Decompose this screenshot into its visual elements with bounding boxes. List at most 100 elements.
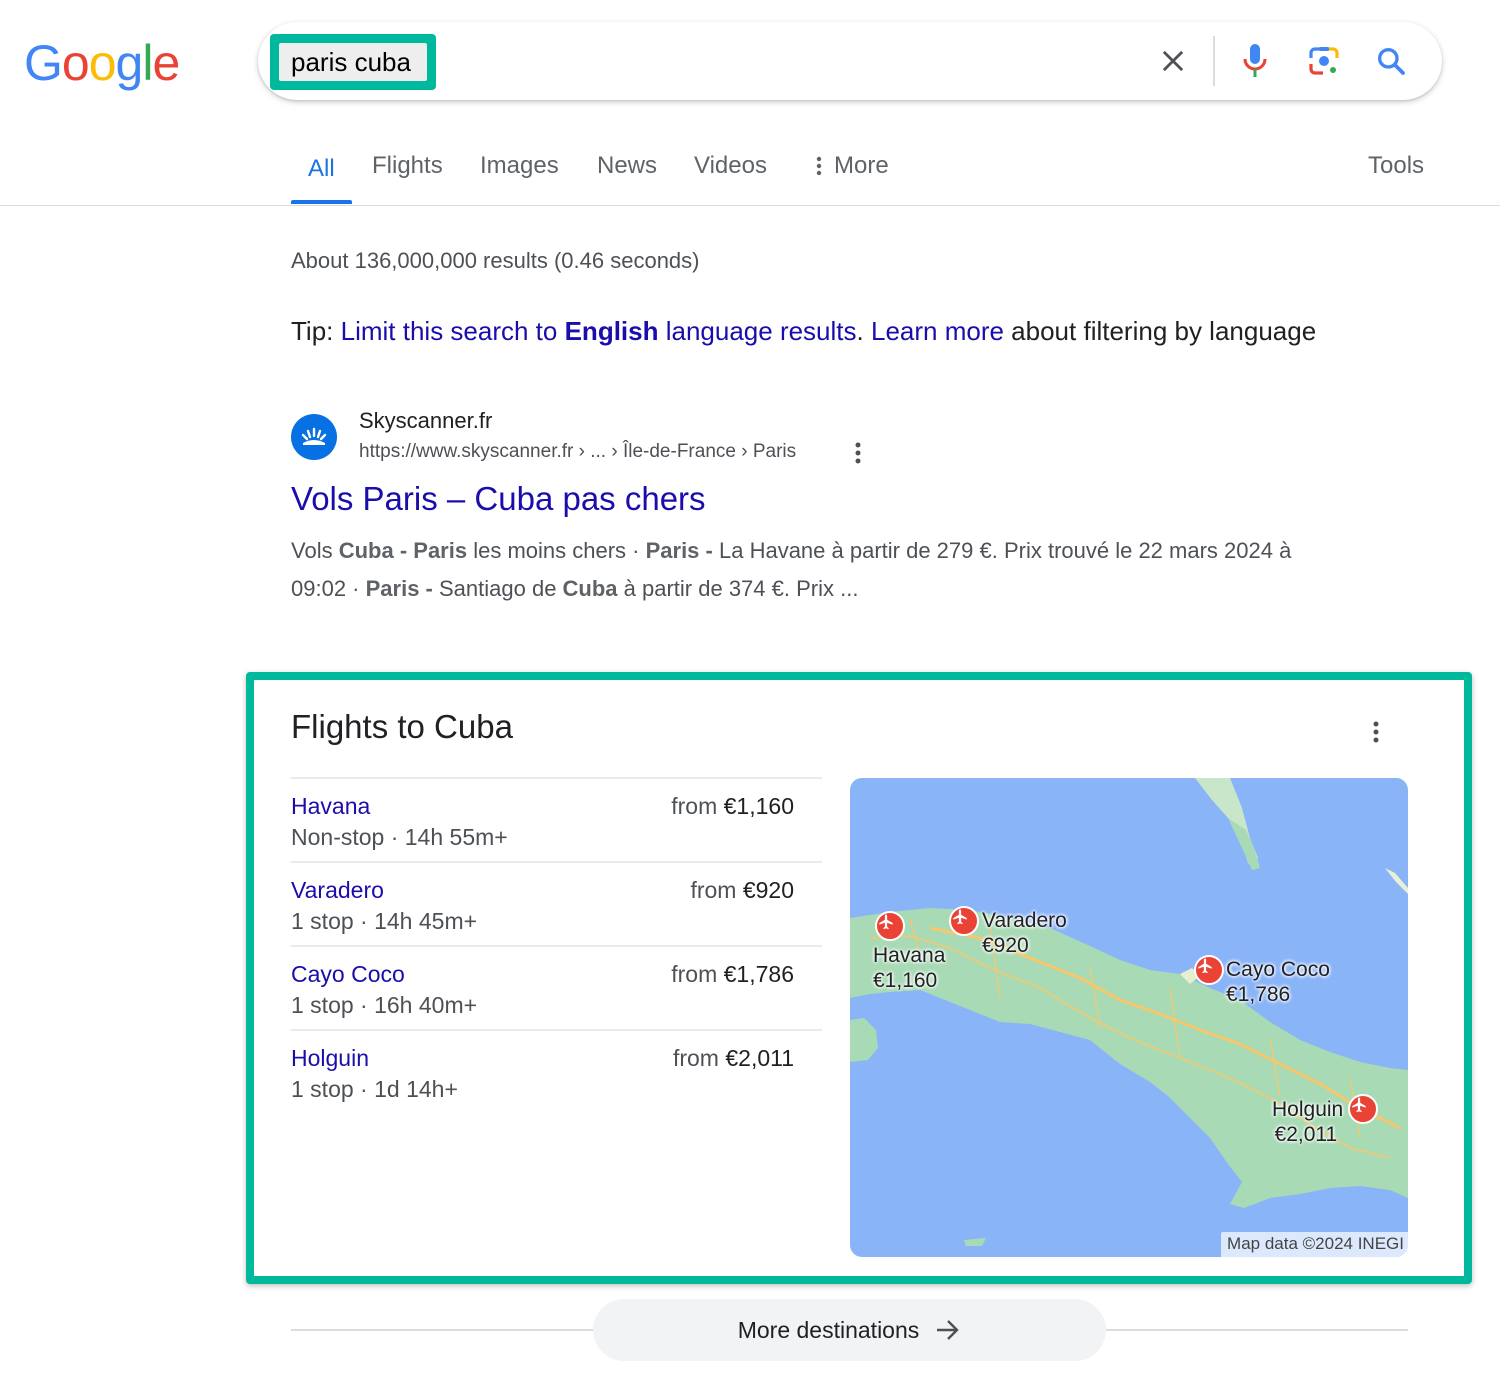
search-divider (1213, 36, 1215, 86)
result-snippet: Vols Cuba - Paris les moins chers · Pari… (291, 532, 1351, 608)
island-shape (850, 1018, 878, 1062)
more-destinations-label: More destinations (737, 1316, 920, 1343)
skyscanner-favicon[interactable] (291, 414, 337, 460)
price-value: €2,011 (725, 1045, 794, 1071)
limit-english-link[interactable]: Limit this search to English language re… (341, 316, 857, 346)
price-prefix: from (671, 961, 724, 987)
snippet-text: à partir de 374 €. Prix ... (617, 576, 859, 601)
snippet-text: les moins chers · (467, 538, 646, 563)
destination-link[interactable]: Havana (291, 793, 370, 820)
havana-airport-marker[interactable] (875, 911, 905, 941)
flight-row-cayo-coco[interactable]: Cayo Coco 1 stop · 16h 40m+ from €1,786 (291, 945, 822, 1029)
link-bold-text: English (564, 316, 659, 346)
marker-price: €2,011 (1274, 1123, 1338, 1146)
destination-link[interactable]: Varadero (291, 877, 384, 904)
learn-more-link[interactable]: Learn more (871, 316, 1004, 346)
flight-row-havana[interactable]: Havana Non-stop · 14h 55m+ from €1,160 (291, 777, 822, 861)
flight-price: from €1,160 (671, 793, 794, 820)
snippet-text: Santiago de (439, 576, 563, 601)
price-value: €920 (742, 877, 794, 903)
link-text: language results (658, 316, 857, 346)
island-shape (964, 1238, 986, 1246)
tab-more[interactable]: More (816, 152, 889, 180)
price-value: €1,160 (723, 793, 794, 819)
arrow-right-icon (937, 1320, 959, 1340)
tab-more-label: More (834, 152, 889, 179)
card-options-icon[interactable] (1364, 718, 1388, 748)
flight-price: from €920 (690, 877, 794, 904)
cayo-coco-airport-marker[interactable] (1194, 955, 1224, 985)
price-value: €1,786 (723, 961, 794, 987)
search-tabs: All Flights Images News Videos More Tool… (0, 140, 1500, 206)
price-prefix: from (672, 1045, 726, 1071)
airplane-icon (953, 909, 967, 925)
flight-info: 1 stop · 1d 14h+ (291, 1076, 458, 1102)
airplane-icon (1352, 1097, 1366, 1113)
snippet-bold-term: Paris (645, 538, 700, 563)
logo-letter: o (88, 35, 117, 91)
marker-price: €1,786 (1226, 983, 1291, 1006)
destination-link[interactable]: Holguin (291, 1045, 369, 1072)
marker-name: Cayo Coco (1226, 958, 1330, 981)
price-prefix: from (671, 793, 724, 819)
search-input[interactable]: paris cuba (279, 43, 427, 81)
query-highlight: paris cuba (270, 34, 436, 90)
airplane-icon (879, 914, 893, 930)
snippet-bold-term: Cuba (562, 576, 618, 601)
cuba-flights-map[interactable]: Havana €1,160 Varadero €920 Cayo Coco €1,78… (850, 778, 1408, 1257)
more-destinations-button[interactable]: More destinations (593, 1299, 1106, 1361)
flight-row-holguin[interactable]: Holguin 1 stop · 1d 14h+ from €2,011 (291, 1029, 822, 1113)
result-options-icon[interactable] (846, 440, 870, 468)
snippet-bold-term: Paris (413, 538, 468, 563)
holguin-map-label[interactable]: Holguin €2,011 (1272, 1097, 1343, 1147)
flight-info: 1 stop · 16h 40m+ (291, 992, 478, 1018)
microphone-icon[interactable] (1236, 42, 1274, 80)
tip-prefix: Tip: (291, 316, 341, 346)
logo-letter: l (142, 35, 153, 91)
tip-suffix: about filtering by language (1003, 316, 1317, 346)
tab-images[interactable]: Images (480, 152, 559, 180)
lens-camera-icon[interactable] (1305, 42, 1343, 80)
island-shape (1385, 868, 1408, 894)
varadero-map-label[interactable]: Varadero €920 (982, 908, 1067, 958)
flight-row-varadero[interactable]: Varadero 1 stop · 14h 45m+ from €920 (291, 861, 822, 945)
marker-name: Havana (873, 944, 946, 967)
result-url[interactable]: https://www.skyscanner.fr › ... › Île-de… (359, 441, 796, 463)
havana-map-label[interactable]: Havana €1,160 (873, 943, 945, 993)
tab-flights[interactable]: Flights (372, 152, 443, 180)
search-icon[interactable] (1372, 42, 1410, 80)
clear-icon[interactable] (1154, 42, 1192, 80)
snippet-bold-term: - (419, 576, 439, 601)
map-base (850, 778, 1408, 1246)
logo-letter: G (24, 35, 63, 91)
tab-all[interactable]: All (308, 155, 335, 183)
holguin-airport-marker[interactable] (1348, 1094, 1378, 1124)
snippet-text: Vols (291, 538, 339, 563)
marker-name: Holguin (1272, 1098, 1344, 1121)
flight-price: from €1,786 (671, 961, 794, 988)
tab-news[interactable]: News (597, 152, 657, 180)
map-attribution: Map data ©2024 INEGI (1221, 1232, 1408, 1257)
active-tab-indicator (291, 200, 352, 204)
varadero-airport-marker[interactable] (949, 906, 979, 936)
snippet-bold-term: - (393, 538, 414, 563)
logo-letter: o (61, 35, 90, 91)
tip-separator: . (856, 316, 871, 346)
marker-name: Varadero (982, 909, 1067, 932)
sunrise-logo-icon (301, 427, 327, 445)
cayo-coco-map-label[interactable]: Cayo Coco €1,786 (1226, 957, 1330, 1007)
result-title-link[interactable]: Vols Paris – Cuba pas chers (291, 480, 706, 518)
language-tip: Tip: Limit this search to English langua… (291, 316, 1316, 347)
logo-letter: g (115, 35, 144, 91)
google-logo[interactable]: Google (24, 34, 180, 92)
price-prefix: from (690, 877, 743, 903)
result-site-name[interactable]: Skyscanner.fr (359, 408, 492, 434)
flight-info: 1 stop · 14h 45m+ (291, 908, 478, 934)
flights-card-title: Flights to Cuba (291, 708, 513, 745)
tab-videos[interactable]: Videos (694, 152, 767, 180)
destination-link[interactable]: Cayo Coco (291, 961, 405, 988)
tools-button[interactable]: Tools (1368, 152, 1424, 180)
marker-price: €920 (982, 934, 1029, 957)
airplane-icon (1198, 958, 1212, 974)
logo-letter: e (152, 35, 180, 91)
